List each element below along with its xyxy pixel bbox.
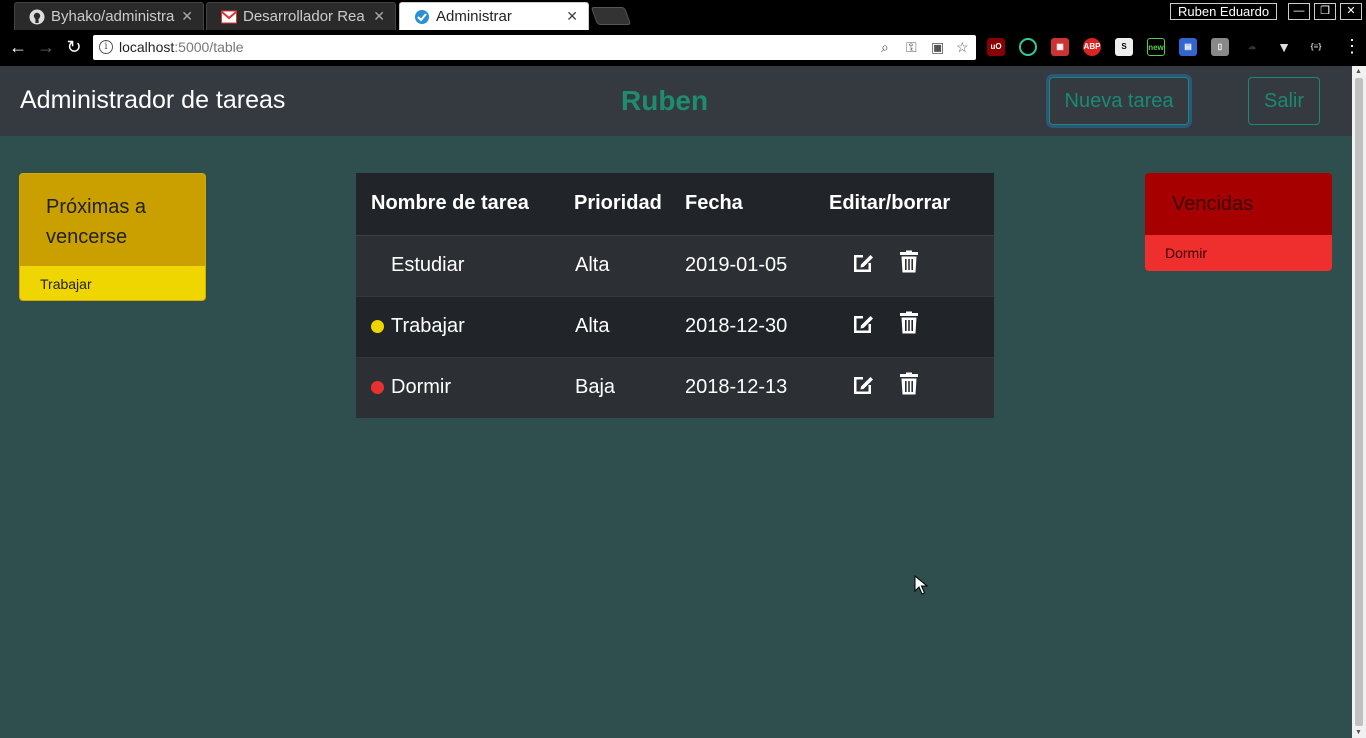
github-icon xyxy=(29,9,45,25)
status-dot xyxy=(371,381,384,395)
tab-title: Desarrollador Rea xyxy=(243,8,365,25)
upcoming-card-title: Próximas a vencerse xyxy=(46,196,147,248)
status-dot xyxy=(371,259,384,272)
tab-title: Byhako/administra xyxy=(51,8,175,25)
column-header-actions: Editar/borrar xyxy=(829,173,994,236)
browser-tabstrip xyxy=(0,0,1366,30)
profile-button[interactable]: Ruben Eduardo xyxy=(1170,3,1278,20)
extension-puzzle-icon[interactable]: ▦ xyxy=(1051,38,1069,56)
tasks-table: Nombre de tarea Prioridad Fecha Editar/b… xyxy=(356,173,994,418)
browser-menu-icon[interactable]: ⋮ xyxy=(1343,36,1361,57)
adblock-icon[interactable]: ABP xyxy=(1083,38,1101,56)
restore-icon[interactable]: ❐ xyxy=(1314,3,1336,20)
key-icon[interactable]: ⚿ xyxy=(906,39,917,56)
extension-s-icon[interactable]: S xyxy=(1115,38,1133,56)
status-dot xyxy=(371,320,384,333)
app-brand[interactable]: Administrador de tareas xyxy=(20,86,285,115)
trash-icon[interactable] xyxy=(897,372,921,396)
scrollbar-thumb[interactable] xyxy=(1355,78,1363,726)
star-icon[interactable]: ☆ xyxy=(956,39,969,56)
tab-title: Administrar xyxy=(436,8,512,25)
task-name: Trabajar xyxy=(391,315,465,337)
logout-button[interactable]: Salir xyxy=(1248,77,1320,125)
browser-tab-administrar[interactable]: Administrar ✕ xyxy=(399,2,589,30)
overdue-item: Dormir xyxy=(1145,235,1332,271)
column-header-name: Nombre de tarea xyxy=(356,173,559,236)
reload-icon[interactable]: ↻ xyxy=(63,36,85,58)
upcoming-card: Próximas a vencerse Trabajar xyxy=(19,173,206,301)
table-row: Trabajar Alta 2018-12-30 xyxy=(356,295,994,357)
scroll-up-icon[interactable]: ▲ xyxy=(1355,68,1362,75)
trash-icon[interactable] xyxy=(897,250,921,274)
new-task-button[interactable]: Nueva tarea xyxy=(1049,77,1189,125)
extension-reader-icon[interactable]: ▤ xyxy=(1179,38,1197,56)
page-scrollbar[interactable]: ▲ ▼ xyxy=(1352,66,1366,738)
minimize-icon[interactable]: — xyxy=(1288,3,1310,20)
extension-cloud-icon[interactable]: ☁ xyxy=(1243,38,1261,56)
close-window-icon[interactable]: ✕ xyxy=(1340,3,1362,20)
task-date: 2018-12-13 xyxy=(685,356,829,418)
extension-gray-icon[interactable]: ▯ xyxy=(1211,38,1229,56)
trash-icon[interactable] xyxy=(897,311,921,335)
table-row: Estudiar Alta 2019-01-05 xyxy=(356,234,994,296)
task-priority: Alta xyxy=(559,234,685,296)
app-favicon-icon xyxy=(414,9,430,25)
task-priority: Alta xyxy=(559,295,685,357)
extension-new-icon[interactable]: new xyxy=(1147,38,1165,56)
gmail-icon xyxy=(221,9,237,25)
scroll-down-icon[interactable]: ▼ xyxy=(1355,729,1362,736)
close-icon[interactable]: ✕ xyxy=(373,8,385,25)
overdue-card-title: Vencidas xyxy=(1172,193,1254,215)
edit-icon[interactable] xyxy=(851,372,875,396)
new-tab-button[interactable] xyxy=(590,7,632,25)
url-text[interactable]: localhost:5000/table xyxy=(119,39,244,55)
column-header-priority: Prioridad xyxy=(559,173,685,236)
close-icon[interactable]: ✕ xyxy=(566,8,578,25)
forward-arrow-icon[interactable]: → xyxy=(35,36,57,58)
task-name: Dormir xyxy=(391,376,451,399)
task-date: 2018-12-30 xyxy=(685,295,829,357)
close-icon[interactable]: ✕ xyxy=(181,8,193,25)
table-header-row: Nombre de tarea Prioridad Fecha Editar/b… xyxy=(356,173,994,236)
task-name: Estudiar xyxy=(391,254,465,276)
overdue-card: Vencidas Dormir xyxy=(1145,173,1332,271)
task-date: 2019-01-05 xyxy=(685,234,829,296)
mouse-cursor-icon xyxy=(914,575,928,595)
column-header-date: Fecha xyxy=(685,173,829,236)
edit-icon[interactable] xyxy=(851,250,875,274)
url-path: :5000/table xyxy=(174,39,244,55)
url-host: localhost xyxy=(119,39,175,55)
table-row: Dormir Baja 2018-12-13 xyxy=(356,356,994,418)
zoom-icon[interactable]: ⌕ xyxy=(881,39,889,56)
upcoming-item: Trabajar xyxy=(20,266,205,300)
username: Ruben xyxy=(621,85,709,116)
ublock-icon[interactable]: uO xyxy=(987,38,1005,56)
extension-json-icon[interactable]: {≡} xyxy=(1305,38,1327,56)
browser-tab-github[interactable]: Byhako/administra ✕ xyxy=(14,2,204,30)
address-bar[interactable]: i localhost:5000/table ⌕ ⚿ ▣ ☆ xyxy=(93,35,976,60)
extension-v-icon[interactable]: ▼ xyxy=(1275,38,1293,56)
browser-tab-gmail[interactable]: Desarrollador Rea ✕ xyxy=(206,2,396,30)
info-icon[interactable]: i xyxy=(99,40,113,54)
extension-target-icon[interactable] xyxy=(1019,38,1037,56)
task-priority: Baja xyxy=(559,356,685,418)
back-arrow-icon[interactable]: ← xyxy=(7,36,29,58)
edit-icon[interactable] xyxy=(851,311,875,335)
translate-icon[interactable]: ▣ xyxy=(931,39,944,56)
